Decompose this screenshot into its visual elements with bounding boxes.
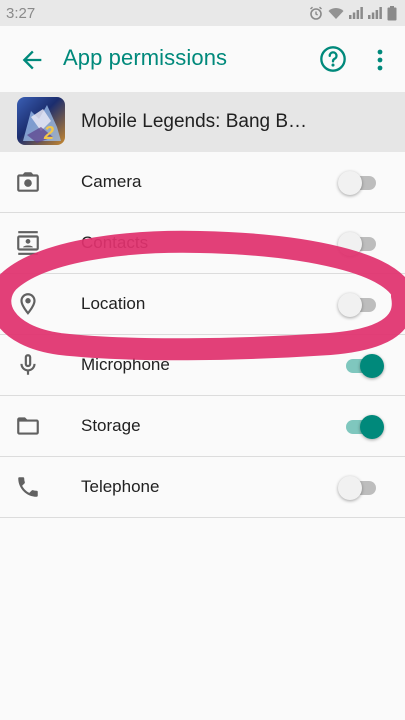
battery-icon	[387, 5, 397, 20]
permission-label: Telephone	[81, 477, 160, 496]
status-bar: 3:27	[0, 0, 405, 26]
back-arrow-icon	[22, 50, 42, 70]
toggle-thumb	[338, 476, 362, 500]
permission-row-telephone[interactable]: Telephone	[0, 457, 405, 518]
phone-icon	[18, 477, 38, 497]
app-icon-badge: 2	[44, 123, 55, 143]
permission-toggle-location[interactable]	[338, 293, 384, 317]
permission-toggle-microphone[interactable]	[338, 354, 384, 378]
location-icon	[20, 293, 36, 315]
app-bar: App permissions	[0, 26, 405, 92]
toggle-thumb	[360, 415, 384, 439]
permission-row-camera[interactable]: Camera	[0, 152, 405, 213]
camera-icon	[17, 172, 39, 192]
status-time: 3:27	[6, 4, 36, 22]
permission-toggle-telephone[interactable]	[338, 476, 384, 500]
permission-label: Contacts	[81, 233, 149, 252]
alarm-icon	[310, 6, 322, 20]
permission-label: Location	[81, 294, 146, 313]
permission-row-location[interactable]: Location	[0, 274, 405, 335]
permission-label: Microphone	[81, 355, 170, 374]
more-options-button[interactable]	[370, 47, 390, 73]
microphone-icon	[20, 354, 36, 375]
permission-label: Camera	[81, 172, 142, 191]
toggle-thumb	[338, 171, 362, 195]
game-logo-icon	[23, 105, 61, 143]
app-icon: 2	[17, 97, 65, 145]
permission-toggle-camera[interactable]	[338, 171, 384, 195]
contacts-icon	[17, 231, 39, 255]
app-header: 2 Mobile Legends: Bang B…	[0, 92, 405, 152]
page-title: App permissions	[63, 45, 228, 70]
toggle-thumb	[338, 293, 362, 317]
back-button[interactable]	[18, 46, 46, 74]
status-icons	[309, 5, 397, 21]
folder-icon	[17, 417, 39, 435]
help-button[interactable]	[319, 45, 347, 73]
permission-toggle-storage[interactable]	[338, 415, 384, 439]
toggle-thumb	[360, 354, 384, 378]
help-icon	[320, 46, 346, 72]
wifi-icon	[328, 7, 344, 19]
permission-label: Storage	[81, 416, 141, 435]
permission-toggle-contacts[interactable]	[338, 232, 384, 256]
signal-icon	[349, 7, 363, 19]
app-name: Mobile Legends: Bang B…	[81, 111, 308, 132]
toggle-thumb	[338, 232, 362, 256]
more-vert-icon	[377, 49, 383, 71]
permission-row-microphone[interactable]: Microphone	[0, 335, 405, 396]
permission-row-storage[interactable]: Storage	[0, 396, 405, 457]
signal-icon-2	[368, 7, 382, 19]
permission-row-contacts[interactable]: Contacts	[0, 213, 405, 274]
